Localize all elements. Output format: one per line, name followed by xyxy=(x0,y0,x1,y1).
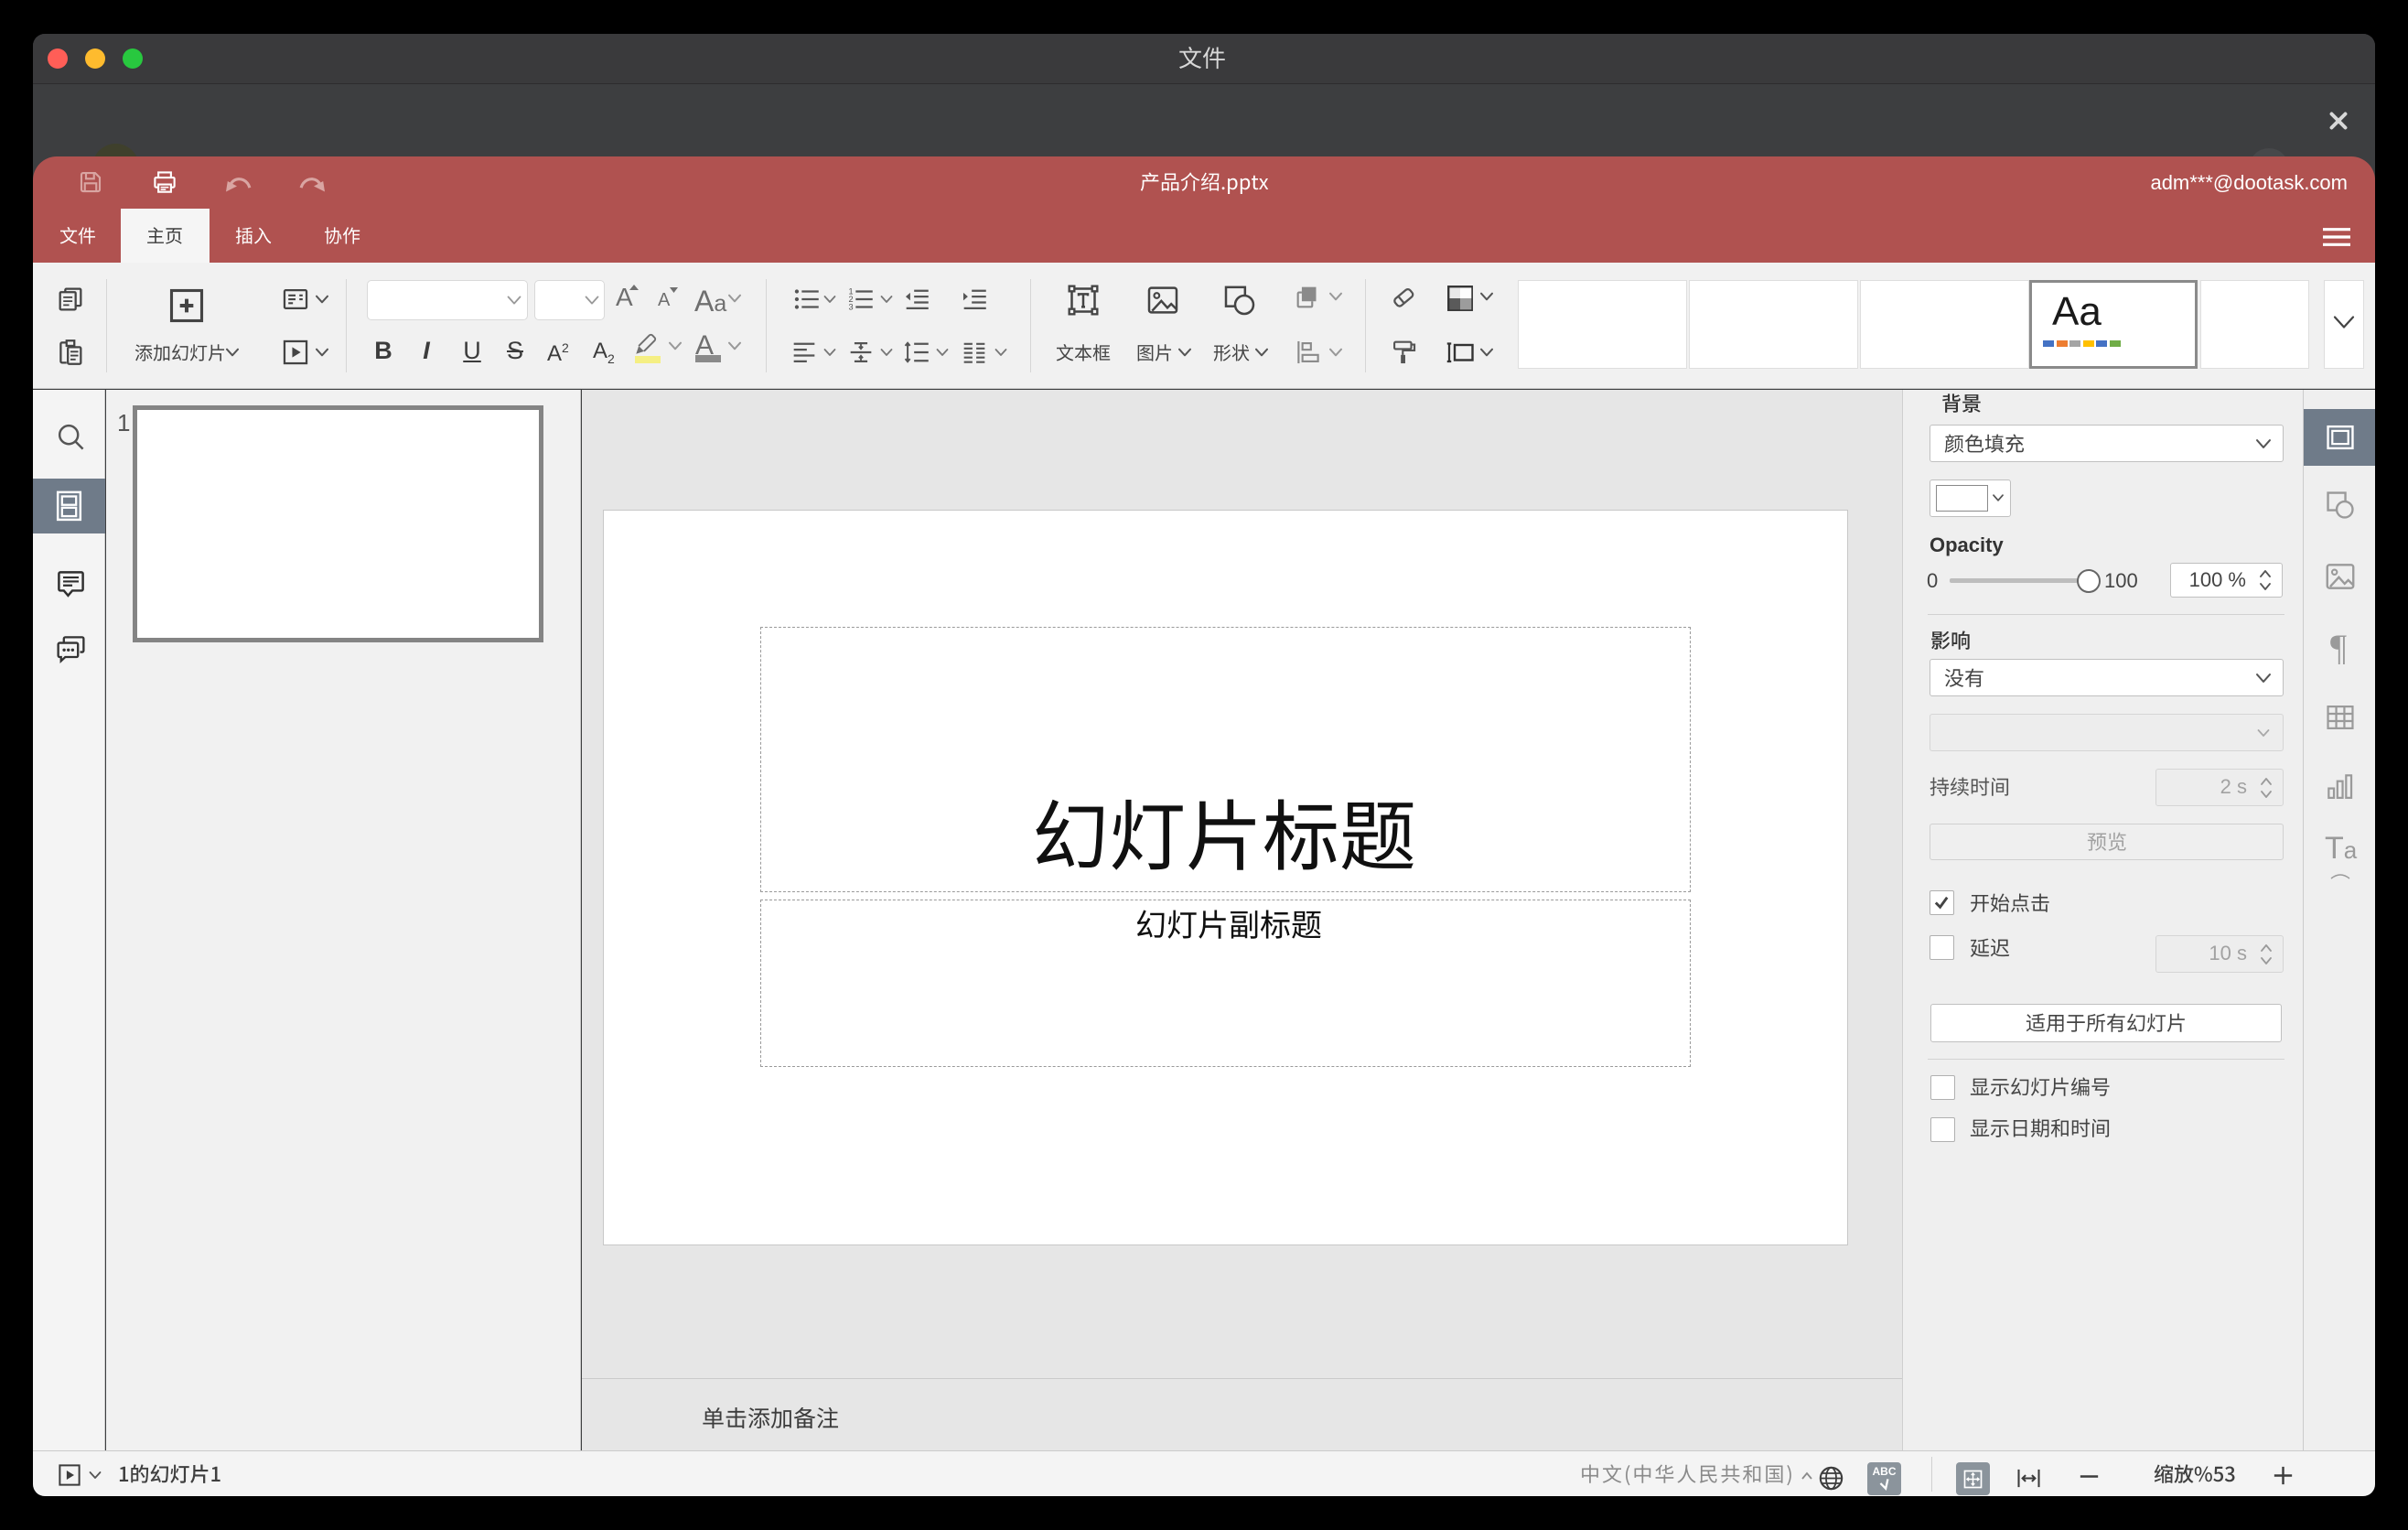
svg-text:3: 3 xyxy=(849,302,854,311)
